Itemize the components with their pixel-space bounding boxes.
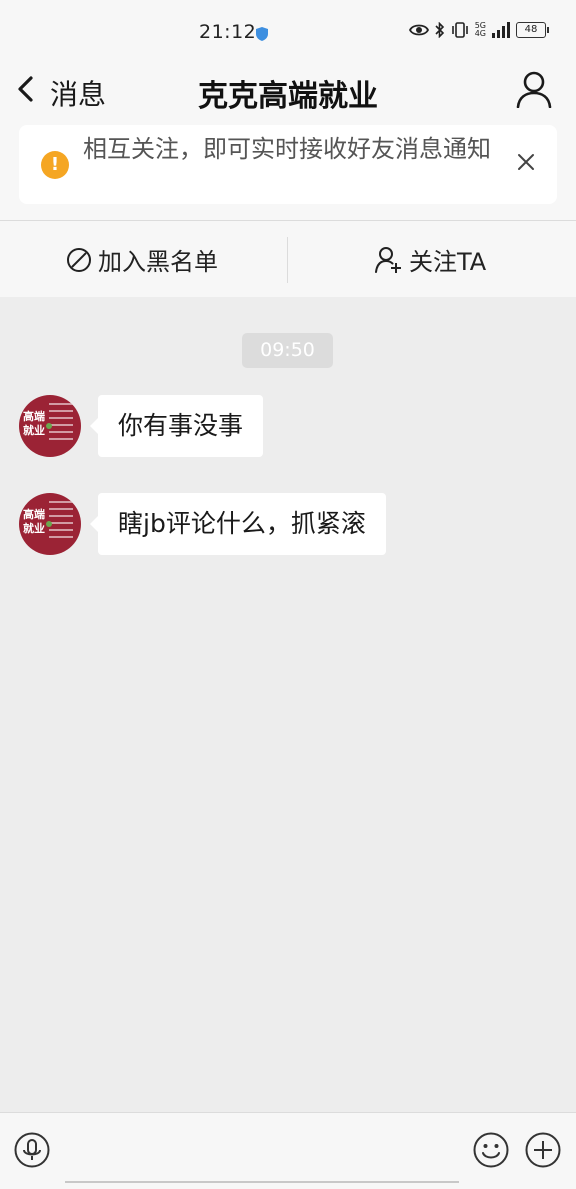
avatar-decoration	[49, 501, 77, 543]
follow-notice-banner: 相互关注，即可实时接收好友消息通知	[19, 125, 557, 204]
user-profile-icon[interactable]	[516, 70, 552, 108]
signal-icon	[492, 22, 510, 38]
chat-timestamp: 09:50	[242, 333, 333, 368]
avatar-decoration	[49, 403, 77, 445]
bluetooth-icon	[435, 22, 444, 38]
network-type: 5G 4G	[475, 22, 486, 38]
input-bar	[0, 1112, 576, 1189]
avatar-brand-text: 高端就业	[23, 410, 45, 437]
notice-text: 相互关注，即可实时接收好友消息通知	[83, 135, 491, 163]
avatar[interactable]: 高端就业	[19, 493, 81, 555]
avatar-brand-text: 高端就业	[23, 508, 45, 535]
network-label-4g: 4G	[474, 29, 486, 38]
leaf-icon	[46, 521, 52, 527]
status-time: 21:12	[199, 21, 257, 43]
microphone-icon[interactable]	[14, 1132, 50, 1168]
page-title: 克克高端就业	[198, 79, 378, 114]
block-icon	[67, 247, 91, 272]
avatar[interactable]: 高端就业	[19, 395, 81, 457]
add-to-blacklist-button[interactable]: 加入黑名单	[66, 221, 218, 298]
shield-icon	[256, 27, 268, 41]
battery-icon: 48	[516, 22, 549, 38]
message-bubble[interactable]: 你有事没事	[89, 395, 264, 457]
message-input[interactable]	[65, 1127, 459, 1183]
eye-icon	[408, 24, 429, 36]
action-bar: 加入黑名单 关注TA	[0, 220, 576, 298]
emoji-icon[interactable]	[473, 1132, 509, 1168]
status-bar: 21:12 5G 4G 48	[0, 0, 576, 60]
vibrate-icon	[451, 22, 468, 38]
leaf-icon	[46, 423, 52, 429]
blacklist-label: 加入黑名单	[98, 248, 218, 276]
message-bubble[interactable]: 瞎jb评论什么，抓紧滚	[90, 493, 386, 555]
system-icons: 5G 4G 48	[408, 22, 549, 38]
plus-icon[interactable]	[525, 1132, 561, 1168]
follow-button[interactable]: 关注TA	[375, 221, 486, 298]
follow-label: 关注TA	[409, 248, 487, 276]
close-icon[interactable]	[517, 153, 535, 171]
action-divider	[287, 237, 288, 283]
add-user-icon	[375, 246, 401, 273]
warning-icon	[41, 151, 69, 179]
nav-bar: 消息 克克高端就业	[0, 60, 576, 120]
